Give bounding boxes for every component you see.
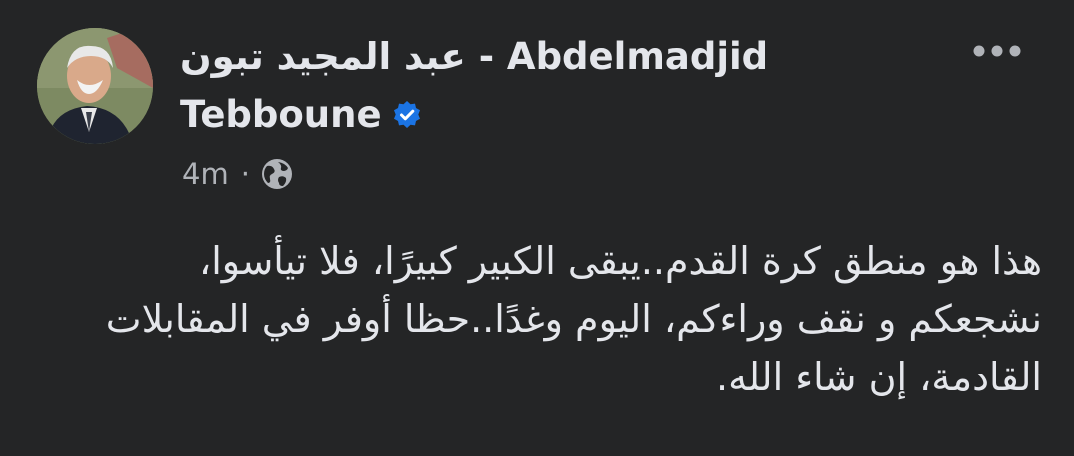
more-options-icon[interactable] <box>972 42 1022 60</box>
author-name-line-2-text: Tebboune <box>180 93 382 136</box>
author-name-link[interactable]: عبد المجيد تبون - Abdelmadjid Tebboune <box>180 28 830 144</box>
post-meta: 4m · <box>182 152 294 196</box>
meta-separator: · <box>240 157 250 191</box>
post-body: هذا هو منطق كرة القدم..يبقى الكبير كبيرً… <box>32 232 1042 406</box>
post-body-line-3: القادمة، إن شاء الله. <box>715 355 1042 399</box>
globe-icon[interactable] <box>260 157 294 191</box>
author-name-line-1: عبد المجيد تبون - Abdelmadjid <box>180 35 769 78</box>
author-avatar[interactable] <box>37 28 153 144</box>
facebook-post: عبد المجيد تبون - Abdelmadjid Tebboune 4… <box>0 0 1074 456</box>
avatar-photo <box>37 28 153 144</box>
post-body-line-1: هذا هو منطق كرة القدم..يبقى الكبير كبيرً… <box>198 239 1042 283</box>
author-name-line-2: Tebboune <box>180 86 830 144</box>
post-body-line-2: نشجعكم و نقف وراءكم، اليوم وغدًا..حظا أو… <box>105 297 1042 341</box>
verified-badge-icon <box>393 101 420 128</box>
post-timestamp[interactable]: 4m <box>182 157 229 191</box>
